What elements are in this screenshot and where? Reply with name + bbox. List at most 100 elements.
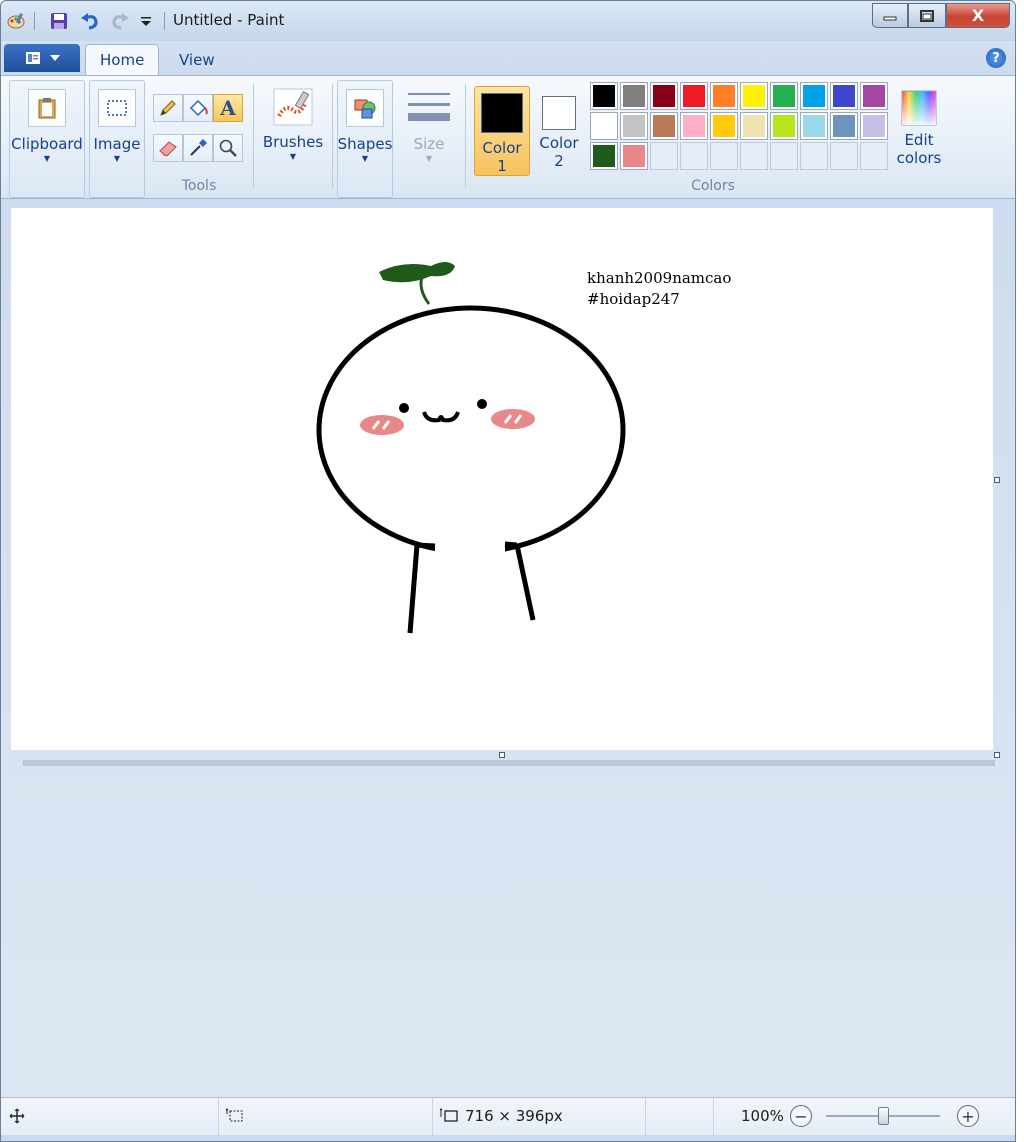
palette-swatch[interactable] bbox=[710, 142, 738, 170]
drawing-canvas[interactable]: khanh2009namcao #hoidap247 bbox=[11, 208, 993, 750]
palette-swatch-color bbox=[623, 145, 645, 167]
palette-swatch[interactable] bbox=[710, 82, 738, 110]
tools-group: A Tools bbox=[149, 80, 249, 196]
minus-icon: − bbox=[794, 1106, 808, 1126]
edit-colors-button[interactable]: Edit colors bbox=[894, 80, 944, 180]
file-menu-button[interactable] bbox=[4, 44, 80, 72]
brush-icon bbox=[270, 85, 316, 129]
eraser-icon[interactable] bbox=[153, 134, 183, 162]
palette-swatch[interactable] bbox=[830, 112, 858, 140]
palette-swatch[interactable] bbox=[650, 112, 678, 140]
color-2-button[interactable]: Color 2 bbox=[531, 86, 587, 176]
help-icon[interactable]: ? bbox=[986, 48, 1006, 68]
palette-swatch-color bbox=[653, 85, 675, 107]
palette-swatch[interactable] bbox=[710, 112, 738, 140]
chevron-down-icon: ▼ bbox=[289, 152, 297, 161]
palette-swatch[interactable] bbox=[830, 142, 858, 170]
brushes-label: Brushes bbox=[262, 133, 324, 151]
size-button[interactable]: Size ▼ bbox=[401, 80, 457, 180]
brushes-button[interactable]: Brushes ▼ bbox=[259, 80, 327, 180]
palette-swatch[interactable] bbox=[800, 82, 828, 110]
palette-swatch-color bbox=[833, 85, 855, 107]
rainbow-icon bbox=[898, 87, 940, 129]
zoom-out-button[interactable]: − bbox=[790, 1105, 812, 1127]
palette-swatch[interactable] bbox=[770, 112, 798, 140]
palette-swatch[interactable] bbox=[590, 142, 618, 170]
customize-toolbar-icon[interactable] bbox=[135, 10, 157, 32]
palette-swatch[interactable] bbox=[740, 142, 768, 170]
palette-swatch[interactable] bbox=[620, 112, 648, 140]
separator bbox=[34, 12, 35, 30]
color-1-label: Color bbox=[482, 139, 522, 157]
resize-handle-bottom[interactable] bbox=[499, 752, 505, 758]
magnifier-icon[interactable] bbox=[213, 134, 243, 162]
separator bbox=[432, 1098, 433, 1135]
shapes-icon bbox=[346, 89, 384, 127]
palette-swatch[interactable] bbox=[680, 112, 708, 140]
color-1-button[interactable]: Color 1 bbox=[474, 86, 530, 176]
palette-swatch[interactable] bbox=[770, 82, 798, 110]
shapes-button[interactable]: Shapes ▼ bbox=[337, 80, 393, 198]
palette-swatch-color bbox=[593, 115, 615, 137]
zoom-in-button[interactable]: + bbox=[957, 1105, 979, 1127]
resize-handle-right[interactable] bbox=[994, 477, 1000, 483]
image-button[interactable]: Image ▼ bbox=[89, 80, 145, 198]
color-1-number: 1 bbox=[497, 157, 507, 175]
right-eye bbox=[477, 399, 487, 409]
paint-window: Untitled - Paint X Home View ? Clipboard… bbox=[0, 0, 1016, 1142]
fill-bucket-icon[interactable] bbox=[183, 94, 213, 122]
brushes-group: Brushes ▼ bbox=[259, 80, 327, 196]
palette-swatch[interactable] bbox=[650, 82, 678, 110]
palette-swatch[interactable] bbox=[830, 82, 858, 110]
clipboard-group: Clipboard ▼ bbox=[9, 80, 85, 198]
palette-swatch[interactable] bbox=[650, 142, 678, 170]
separator bbox=[332, 84, 333, 188]
color-palette bbox=[590, 82, 888, 170]
palette-swatch[interactable] bbox=[680, 82, 708, 110]
palette-swatch-color bbox=[863, 85, 885, 107]
image-size-icon bbox=[439, 1108, 458, 1122]
palette-swatch-color bbox=[683, 115, 705, 137]
palette-swatch[interactable] bbox=[590, 82, 618, 110]
palette-swatch[interactable] bbox=[740, 112, 768, 140]
resize-handle-corner[interactable] bbox=[994, 752, 1000, 758]
separator bbox=[645, 1098, 646, 1135]
file-menu-icon bbox=[26, 52, 40, 64]
palette-swatch[interactable] bbox=[770, 142, 798, 170]
palette-swatch[interactable] bbox=[680, 142, 708, 170]
color-picker-icon[interactable] bbox=[183, 134, 213, 162]
palette-swatch[interactable] bbox=[860, 142, 888, 170]
palette-swatch[interactable] bbox=[800, 142, 828, 170]
neck-gap bbox=[435, 528, 505, 568]
workspace: khanh2009namcao #hoidap247 bbox=[1, 199, 1015, 1097]
palette-swatch-color bbox=[593, 85, 615, 107]
palette-swatch[interactable] bbox=[620, 82, 648, 110]
image-group: Image ▼ bbox=[89, 80, 147, 198]
paint-app-icon[interactable] bbox=[5, 10, 27, 32]
palette-swatch[interactable] bbox=[620, 142, 648, 170]
maximize-button[interactable] bbox=[908, 3, 946, 28]
tab-home[interactable]: Home bbox=[85, 44, 160, 75]
text-tool-icon[interactable]: A bbox=[213, 94, 243, 122]
pencil-icon[interactable] bbox=[153, 94, 183, 122]
zoom-level: 100% bbox=[741, 1107, 784, 1125]
clipboard-button[interactable]: Clipboard ▼ bbox=[9, 80, 85, 198]
save-icon[interactable] bbox=[48, 10, 70, 32]
zoom-slider-thumb[interactable] bbox=[878, 1107, 889, 1125]
left-leg bbox=[407, 544, 420, 634]
palette-swatch[interactable] bbox=[740, 82, 768, 110]
plus-icon: + bbox=[961, 1106, 975, 1126]
separator bbox=[713, 1098, 714, 1135]
tab-view[interactable]: View bbox=[165, 44, 229, 75]
palette-swatch-color bbox=[653, 115, 675, 137]
clipboard-icon bbox=[28, 89, 66, 127]
chevron-down-icon: ▼ bbox=[113, 154, 121, 163]
close-button[interactable]: X bbox=[946, 3, 1010, 28]
palette-swatch[interactable] bbox=[860, 82, 888, 110]
palette-swatch[interactable] bbox=[860, 112, 888, 140]
palette-swatch[interactable] bbox=[800, 112, 828, 140]
palette-swatch[interactable] bbox=[590, 112, 618, 140]
redo-icon[interactable] bbox=[109, 10, 131, 32]
undo-icon[interactable] bbox=[79, 10, 101, 32]
minimize-button[interactable] bbox=[872, 3, 908, 28]
